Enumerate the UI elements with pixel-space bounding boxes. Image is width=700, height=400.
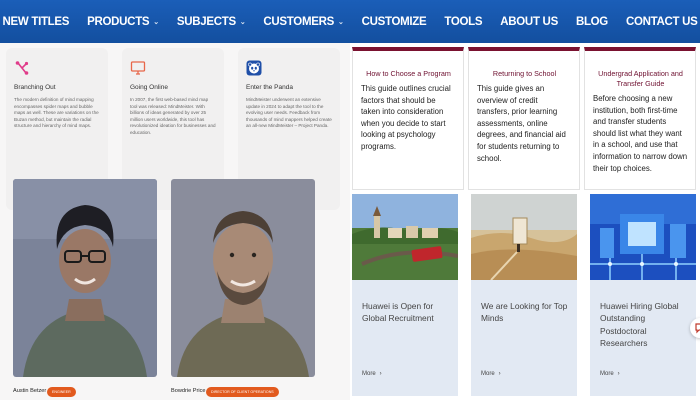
feature-text: The modern definition of mind mapping en… — [14, 97, 99, 129]
nav-blog[interactable]: BLOG — [567, 16, 617, 28]
nav-contact-us[interactable]: CONTACT US — [617, 16, 700, 28]
nav-new-titles[interactable]: NEW TITLES — [0, 16, 78, 28]
circuit-city-image — [590, 194, 696, 280]
news-card-postdoctoral[interactable]: Huawei Hiring Global Outstanding Postdoc… — [590, 194, 696, 396]
nav-label: CONTACT US — [625, 15, 698, 28]
nav-label: BLOG — [575, 15, 608, 28]
feature-text: MindMeister underwent an extensive updat… — [246, 97, 332, 129]
role-badge: Director of Client Operations — [206, 387, 279, 397]
chevron-right-icon: › — [379, 371, 382, 377]
guide-text: This guide outlines crucial factors that… — [361, 84, 451, 151]
portrait-image — [171, 179, 315, 377]
nav-label: CUSTOMERS — [263, 15, 334, 28]
town-train-image — [352, 194, 458, 280]
news-title: Huawei Hiring Global Outstanding Postdoc… — [600, 301, 679, 349]
news-image — [352, 194, 458, 280]
more-link[interactable]: More › — [481, 371, 501, 377]
chevron-down-icon: ⌄ — [337, 18, 344, 26]
guide-card-undergrad-transfer[interactable]: Undergrad Application and Transfer Guide… — [584, 47, 696, 190]
person-photo-bowdrie — [171, 179, 315, 377]
more-label: More — [481, 371, 495, 377]
nav-subjects[interactable]: SUBJECTS ⌄ — [168, 16, 255, 28]
nav-label: ABOUT US — [500, 15, 558, 28]
news-title: We are Looking for Top Minds — [481, 301, 568, 324]
news-card-global-recruitment[interactable]: Huawei is Open for Global Recruitment Mo… — [352, 194, 458, 396]
nav-label: CUSTOMIZE — [361, 15, 427, 28]
guide-title: How to Choose a Program — [366, 69, 451, 78]
feature-title: Going Online — [130, 84, 168, 91]
feature-title: Enter the Panda — [246, 84, 293, 91]
portrait-image — [13, 179, 157, 377]
chevron-down-icon: ⌄ — [153, 18, 159, 26]
main-navigation: NEW TITLES PRODUCTS ⌄ SUBJECTS ⌄ CUSTOMERS… — [0, 0, 700, 43]
more-label: More — [600, 371, 614, 377]
role-badge: Engineer — [47, 387, 76, 397]
guide-text: Before choosing a new institution, both … — [593, 94, 688, 173]
more-link[interactable]: More › — [600, 371, 620, 377]
guide-title: Returning to School — [492, 69, 557, 78]
left-panel: Branching Out The modern definition of m… — [0, 43, 350, 400]
nav-label: NEW TITLES — [2, 15, 70, 28]
chevron-down-icon: ⌄ — [239, 18, 246, 26]
nav-label: TOOLS — [444, 15, 483, 28]
nav-label: PRODUCTS — [87, 15, 150, 28]
nav-customers[interactable]: CUSTOMERS ⌄ — [254, 16, 352, 28]
feature-text: In 2007, the first web-based mind map to… — [130, 97, 216, 135]
person-name: Bowdrie Price — [171, 388, 206, 394]
guide-title: Undergrad Application and Transfer Guide — [598, 69, 683, 88]
panda-icon — [246, 60, 262, 76]
chevron-right-icon: › — [617, 371, 620, 377]
branch-icon — [15, 61, 29, 75]
nav-tools[interactable]: TOOLS — [435, 16, 491, 28]
feature-title: Branching Out — [14, 84, 56, 91]
guide-card-choose-program[interactable]: How to Choose a Program This guide outli… — [352, 47, 464, 190]
guide-text: This guide gives an overview of credit t… — [477, 84, 566, 163]
more-link[interactable]: More › — [362, 371, 382, 377]
news-card-top-minds[interactable]: We are Looking for Top Minds More › — [471, 194, 577, 396]
guide-card-returning-to-school[interactable]: Returning to School This guide gives an … — [468, 47, 580, 190]
news-title: Huawei is Open for Global Recruitment — [362, 301, 434, 324]
nav-about-us[interactable]: ABOUT US — [491, 16, 567, 28]
person-photo-austin — [13, 179, 157, 377]
news-image — [590, 194, 696, 280]
more-label: More — [362, 371, 376, 377]
chat-icon — [695, 323, 700, 334]
nav-products[interactable]: PRODUCTS ⌄ — [78, 16, 168, 28]
chevron-right-icon: › — [498, 371, 501, 377]
news-image — [471, 194, 577, 280]
nav-label: SUBJECTS — [176, 15, 236, 28]
nav-customize[interactable]: CUSTOMIZE — [353, 16, 436, 28]
person-name: Austin Betzer — [13, 388, 47, 394]
desert-door-image — [471, 194, 577, 280]
monitor-icon — [130, 61, 146, 75]
